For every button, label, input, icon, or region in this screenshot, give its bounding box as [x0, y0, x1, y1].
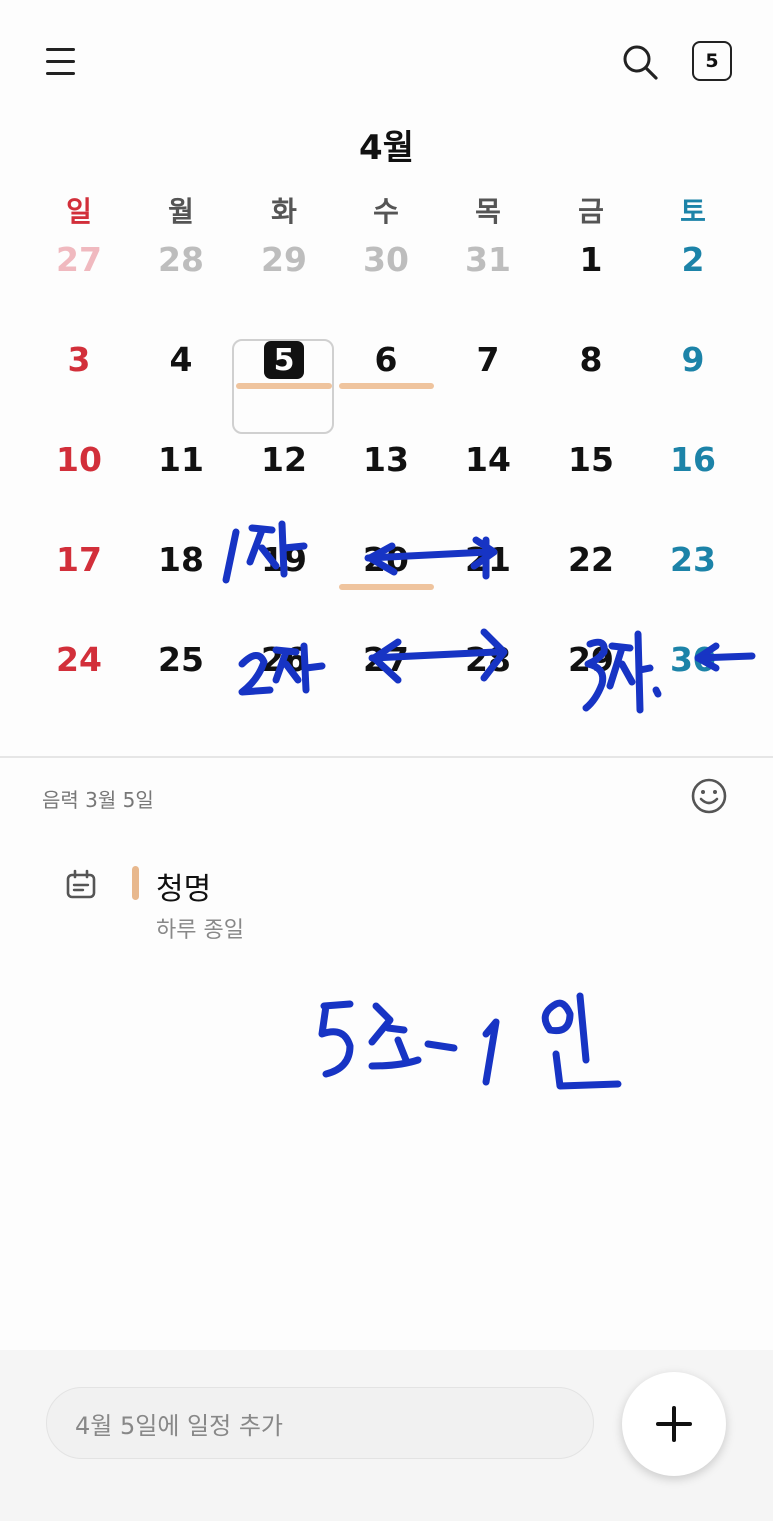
event-color-bar	[132, 866, 139, 900]
menu-icon-line	[46, 48, 75, 51]
weekday-fri: 금	[578, 195, 604, 228]
menu-button[interactable]	[40, 42, 80, 82]
day-cell[interactable]: 21	[437, 540, 539, 580]
day-cell[interactable]: 25	[130, 640, 232, 680]
weekday-sat: 토	[680, 195, 706, 228]
today-label: 5	[705, 50, 719, 72]
day-cell[interactable]: 11	[130, 440, 232, 480]
day-cell[interactable]: 7	[437, 340, 539, 380]
weekday-sun: 일	[66, 195, 92, 228]
divider	[0, 756, 773, 758]
day-cell[interactable]: 4	[130, 340, 232, 380]
month-title[interactable]: 4월	[0, 120, 773, 169]
weekday-wed: 수	[373, 195, 399, 228]
day-cell[interactable]: 24	[28, 640, 130, 680]
day-cell[interactable]: 13	[335, 440, 437, 480]
menu-icon-line	[46, 72, 75, 75]
weekday-thu: 목	[475, 195, 501, 228]
day-cell[interactable]: 19	[233, 540, 335, 580]
quick-add-placeholder: 4월 5일에 일정 추가	[75, 1411, 283, 1440]
day-cell[interactable]: 26	[233, 640, 335, 680]
day-cell[interactable]: 12	[233, 440, 335, 480]
day-cell[interactable]: 27	[335, 640, 437, 680]
search-button[interactable]	[618, 40, 662, 84]
today-button[interactable]: 5	[692, 41, 732, 81]
day-cell[interactable]: 18	[130, 540, 232, 580]
day-cell[interactable]: 28	[437, 640, 539, 680]
day-cell[interactable]: 30	[642, 640, 744, 680]
day-cell[interactable]: 8	[540, 340, 642, 380]
day-cell[interactable]: 29	[540, 640, 642, 680]
menu-icon-line	[46, 60, 75, 63]
plus-icon	[656, 1406, 692, 1442]
day-cell[interactable]: 3	[28, 340, 130, 380]
day-cell[interactable]: 17	[28, 540, 130, 580]
day-cell[interactable]: 1	[540, 240, 642, 280]
search-icon	[623, 45, 658, 80]
day-cell[interactable]: 14	[437, 440, 539, 480]
day-cell[interactable]: 2	[642, 240, 744, 280]
day-cell[interactable]: 23	[642, 540, 744, 580]
event-bar	[339, 383, 434, 389]
day-cell[interactable]: 16	[642, 440, 744, 480]
day-cell[interactable]: 28	[130, 240, 232, 280]
day-cell[interactable]: 9	[642, 340, 744, 380]
day-cell[interactable]: 20	[335, 540, 437, 580]
calendar-event-icon	[66, 869, 96, 899]
event-title: 청명	[156, 872, 212, 907]
day-cell[interactable]: 22	[540, 540, 642, 580]
day-cell[interactable]: 31	[437, 240, 539, 280]
day-cell[interactable]: 30	[335, 240, 437, 280]
day-cell[interactable]: 15	[540, 440, 642, 480]
smile-icon	[691, 778, 727, 814]
selected-day-number: 5	[264, 341, 304, 379]
sticker-button[interactable]	[689, 776, 729, 816]
weekday-tue: 화	[271, 195, 297, 228]
day-cell[interactable]: 10	[28, 440, 130, 480]
event-bar	[339, 584, 434, 590]
event-bar	[236, 383, 332, 389]
weekday-mon: 월	[168, 195, 194, 228]
day-cell[interactable]: 29	[233, 240, 335, 280]
event-subtitle: 하루 종일	[156, 918, 244, 943]
lunar-date: 음력 3월 5일	[42, 788, 154, 812]
quick-add-input[interactable]: 4월 5일에 일정 추가	[46, 1387, 594, 1459]
add-event-button[interactable]	[622, 1372, 726, 1476]
day-cell[interactable]: 6	[335, 340, 437, 380]
day-cell[interactable]: 27	[28, 240, 130, 280]
